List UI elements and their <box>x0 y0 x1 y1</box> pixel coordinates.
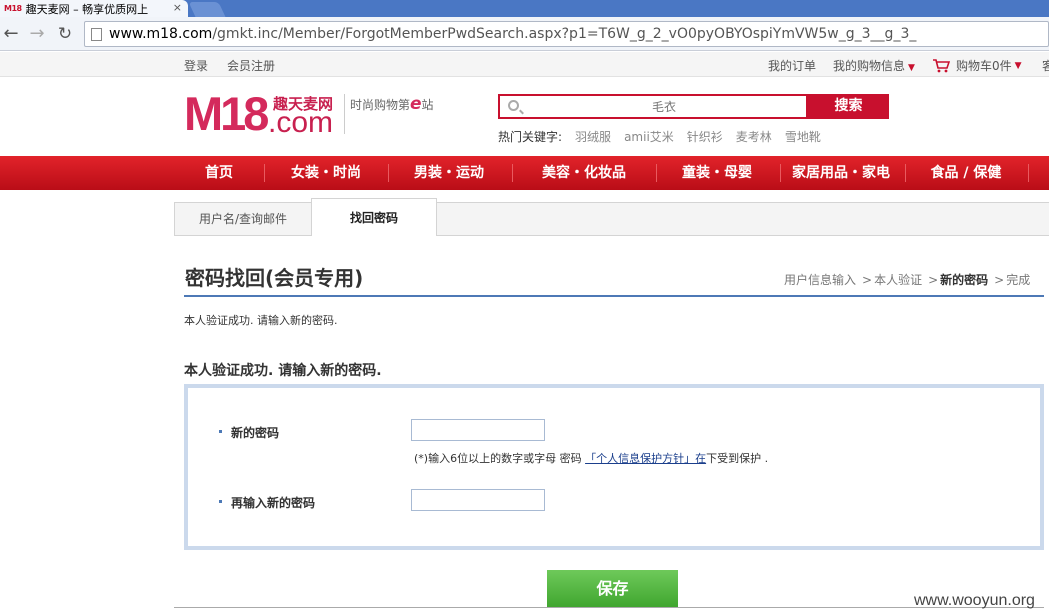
logo-divider <box>344 94 345 134</box>
register-link[interactable]: 会员注册 <box>227 57 275 74</box>
new-tab-button[interactable] <box>188 2 226 17</box>
browser-tab-strip: M18 趣天麦网 – 畅享优质网上 × <box>0 0 1049 17</box>
cart-icon <box>933 58 950 72</box>
nav-item-food[interactable]: 食品 / 保健 <box>916 156 1016 190</box>
main-nav: 首页 女装・时尚 男装・运动 美容・化妆品 童装・母婴 家居用品・家电 食品 /… <box>0 156 1049 190</box>
my-shopping-info-label: 我的购物信息 <box>833 59 906 73</box>
url-path: /gmkt.inc/Member/ForgotMemberPwdSearch.a… <box>212 26 917 42</box>
hot-keyword-link[interactable]: 羽绒服 <box>575 128 611 145</box>
tab-userid-search[interactable]: 用户名/查询邮件 <box>174 202 312 235</box>
verification-notice: 本人验证成功. 请输入新的密码. <box>184 314 338 327</box>
new-password-label: 新的密码 <box>231 426 280 440</box>
back-arrow-icon[interactable]: ← <box>0 23 22 45</box>
section-title: 本人验证成功. 请输入新的密码. <box>184 363 382 379</box>
step-arrow-icon: > <box>928 273 939 287</box>
hot-keyword-link[interactable]: 麦考林 <box>736 128 772 145</box>
my-orders-link[interactable]: 我的订单 <box>768 57 816 74</box>
browser-toolbar: ← → ↻ www.m18.com/gmkt.inc/Member/Forgot… <box>0 17 1049 51</box>
slogan-e: e <box>410 94 422 114</box>
page-icon <box>91 27 102 41</box>
nav-item-beauty[interactable]: 美容・化妆品 <box>525 156 643 190</box>
nav-divider <box>780 164 781 182</box>
tabs-filler <box>437 202 1049 235</box>
step-complete: 完成 <box>1006 273 1031 287</box>
hot-keyword-link[interactable]: 针织衫 <box>687 128 723 145</box>
title-divider <box>184 295 1044 297</box>
password-form-box <box>184 384 1044 550</box>
truncated-link[interactable]: 客 <box>1042 57 1049 74</box>
nav-divider <box>1028 164 1029 182</box>
privacy-policy-link[interactable]: 「个人信息保护方针」在 <box>585 452 706 465</box>
hint-text: (*)输入6位以上的数字或字母 密码 <box>414 452 586 465</box>
save-button[interactable]: 保存 <box>547 570 678 608</box>
slogan-text: 时尚购物第 <box>350 98 411 112</box>
step-arrow-icon: > <box>994 273 1005 287</box>
tabs-baseline <box>174 235 1049 236</box>
logo-dotcom: .com <box>268 106 334 139</box>
cart-label: 购物车0件 <box>956 59 1012 73</box>
close-icon[interactable]: × <box>173 1 182 14</box>
nav-divider <box>656 164 657 182</box>
my-shopping-info-link[interactable]: 我的购物信息 ▼ <box>833 57 915 74</box>
search-box <box>498 94 808 119</box>
logo-slogan: 时尚购物第e站 <box>350 94 434 114</box>
hot-keywords: 热门关键字: 羽绒服 amii艾米 针织衫 麦考林 雪地靴 <box>498 128 821 145</box>
bullet-icon <box>219 500 222 503</box>
forward-arrow-icon[interactable]: → <box>26 23 48 45</box>
url-host: www.m18.com <box>109 26 213 42</box>
nav-item-kids[interactable]: 童装・母婴 <box>667 156 767 190</box>
cart-link[interactable]: 购物车0件 ▼ <box>932 57 1022 74</box>
nav-divider <box>388 164 389 182</box>
step-arrow-icon: > <box>862 273 873 287</box>
site-logo[interactable]: M18 趣天麦网 .com 时尚购物第e站 <box>184 88 444 142</box>
new-password-input[interactable] <box>411 419 545 441</box>
reload-icon[interactable]: ↻ <box>54 23 76 45</box>
search-icon <box>508 100 519 111</box>
nav-divider <box>264 164 265 182</box>
confirm-password-input[interactable] <box>411 489 545 511</box>
site-favicon-icon: M18 <box>4 4 22 13</box>
step-new-password: 新的密码 <box>940 273 989 287</box>
search-input[interactable] <box>524 97 804 116</box>
logo-mark: M18 <box>184 87 269 140</box>
nav-item-home-appliances[interactable]: 家居用品・家电 <box>784 156 898 190</box>
slogan-end: 站 <box>421 98 434 112</box>
nav-divider <box>905 164 906 182</box>
step-user-info: 用户信息输入 <box>784 273 857 287</box>
login-link[interactable]: 登录 <box>184 57 208 74</box>
address-bar[interactable]: www.m18.com/gmkt.inc/Member/ForgotMember… <box>84 21 1049 47</box>
search-button[interactable]: 搜索 <box>808 94 889 119</box>
browser-tab-title: 趣天麦网 – 畅享优质网上 <box>25 2 149 16</box>
chevron-down-icon: ▼ <box>1014 60 1022 71</box>
page-title: 密码找回(会员专用) <box>185 266 364 290</box>
hot-keyword-link[interactable]: amii艾米 <box>624 128 674 145</box>
confirm-password-label: 再输入新的密码 <box>231 496 316 510</box>
hint-text-end: 下受到保护 . <box>706 452 769 465</box>
tab-recover-password[interactable]: 找回密码 <box>311 198 437 236</box>
nav-divider <box>512 164 513 182</box>
nav-item-women[interactable]: 女装・时尚 <box>276 156 376 190</box>
watermark: www.wooyun.org <box>914 592 1035 609</box>
password-hint: (*)输入6位以上的数字或字母 密码 「个人信息保护方针」在下受到保护 . <box>414 450 768 466</box>
browser-tab[interactable]: M18 趣天麦网 – 畅享优质网上 × <box>0 0 188 17</box>
bullet-icon <box>219 430 222 433</box>
hot-keyword-link[interactable]: 雪地靴 <box>785 128 821 145</box>
nav-item-home[interactable]: 首页 <box>185 156 253 190</box>
hot-keywords-label: 热门关键字: <box>498 130 563 144</box>
chevron-down-icon: ▼ <box>908 63 915 73</box>
nav-item-men[interactable]: 男装・运动 <box>398 156 500 190</box>
site-top-bar: 登录 会员注册 我的订单 我的购物信息 ▼ 购物车0件 ▼ 客 <box>0 52 1049 77</box>
progress-steps: 用户信息输入 > 本人验证 > 新的密码 > 完成 <box>784 271 1030 288</box>
step-verification: 本人验证 <box>874 273 923 287</box>
